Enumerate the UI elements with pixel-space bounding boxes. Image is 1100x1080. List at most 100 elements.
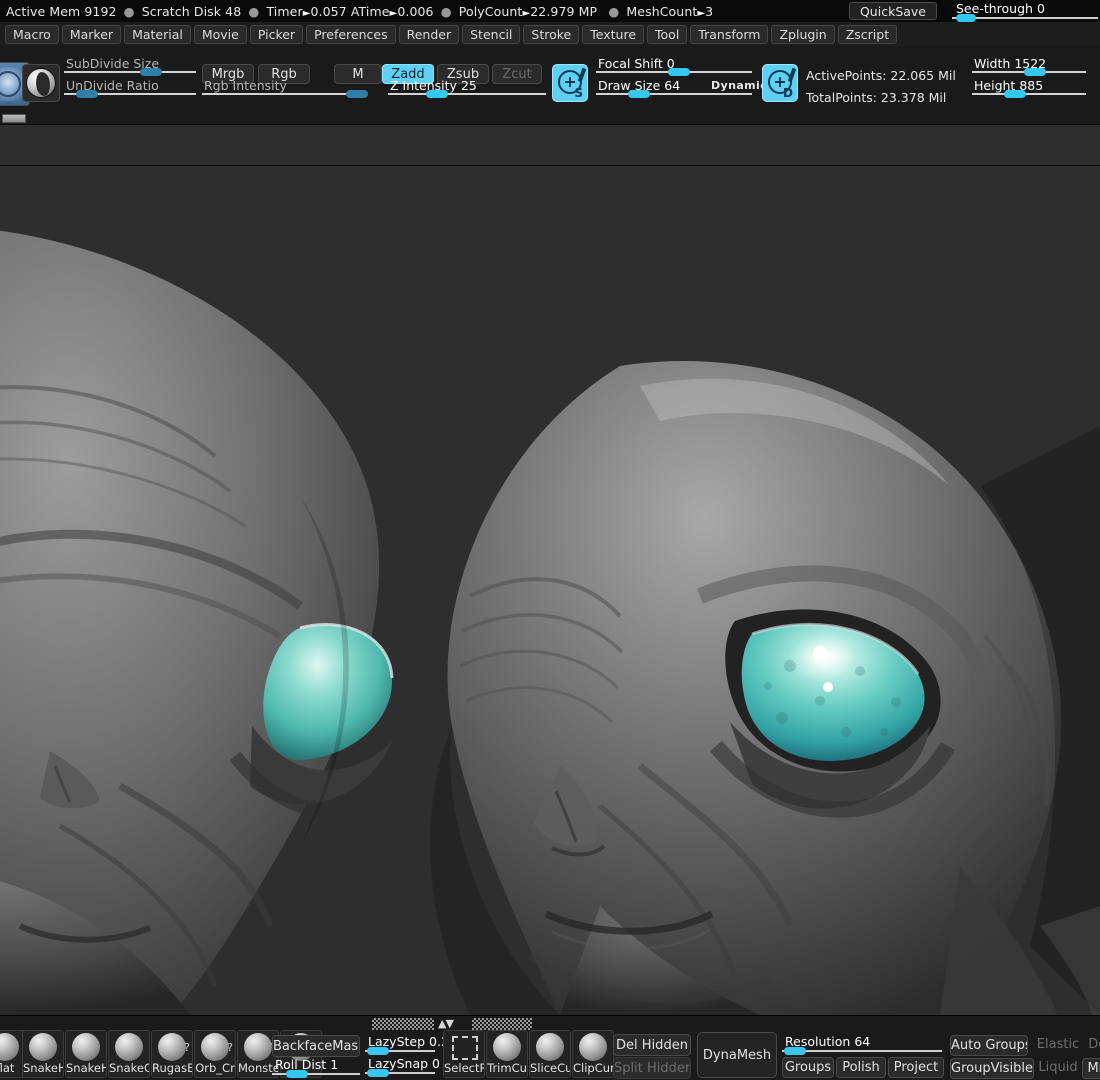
del-button[interactable]: Del: [1082, 1035, 1100, 1056]
menu-item-transform[interactable]: Transform: [690, 24, 769, 44]
brush-icon: [577, 67, 587, 83]
scroll-texture-right[interactable]: [472, 1018, 532, 1030]
brush-slot-snakecurve[interactable]: SnakeC: [108, 1030, 150, 1078]
polycount-value: 22.979 MP: [530, 3, 598, 19]
width-knob[interactable]: [1024, 68, 1046, 76]
menu-item-material[interactable]: Material: [124, 24, 191, 44]
brush-slot-snakehook-1[interactable]: SnakeH: [22, 1030, 64, 1078]
material-sphere-icon: [26, 68, 56, 98]
atime-label: ATime: [350, 3, 390, 19]
roll-dist-value: 1: [330, 1057, 339, 1072]
height-slider[interactable]: Height 885: [972, 78, 1086, 98]
draw-mode-tile[interactable]: D: [762, 64, 798, 102]
liquid-button[interactable]: Liquid: [1034, 1058, 1082, 1079]
menu-item-macro[interactable]: Macro: [5, 24, 59, 44]
menu-item-tool[interactable]: Tool: [647, 24, 688, 44]
quicksave-button[interactable]: QuickSave: [848, 2, 937, 20]
lazy-snap-knob[interactable]: [367, 1069, 389, 1077]
meshcount-label: MeshCount: [626, 3, 698, 19]
brush-label: SnakeH: [23, 1061, 63, 1075]
menu-item-stencil[interactable]: Stencil: [462, 24, 521, 44]
brush-slot-rugasb[interactable]: ? RugasB: [151, 1030, 193, 1078]
draw-size-value: 64: [664, 78, 681, 93]
menu-item-zscript[interactable]: Zscript: [837, 24, 898, 44]
play-triangle-icon: ►: [697, 7, 706, 19]
brush-help-icon[interactable]: ?: [227, 1041, 233, 1054]
lazy-snap-slider[interactable]: LazySnap 0: [365, 1056, 440, 1077]
subdivide-size-knob[interactable]: [140, 68, 162, 76]
see-through-slider[interactable]: See-through 0: [942, 1, 1100, 22]
lazy-snap-value: 0: [432, 1056, 440, 1071]
brush-slot-slice-curve[interactable]: SliceCu: [529, 1030, 571, 1078]
menu-item-texture[interactable]: Texture: [582, 24, 645, 44]
sculpt-mode-tile[interactable]: S: [552, 64, 588, 102]
resolution-knob[interactable]: [784, 1047, 806, 1055]
scratch-disk-value: 48: [225, 3, 242, 19]
status-metrics: Active Mem 9192 ● Scratch Disk 48 ● Time…: [0, 4, 713, 19]
del-hidden-button[interactable]: Del Hidden: [613, 1034, 691, 1056]
width-slider[interactable]: Width 1522: [972, 56, 1086, 76]
menu-item-stroke[interactable]: Stroke: [523, 24, 580, 44]
brush-help-icon[interactable]: ?: [184, 1041, 190, 1054]
dynamesh-button[interactable]: DynaMesh: [699, 1046, 775, 1066]
lazy-step-knob[interactable]: [367, 1047, 389, 1055]
palette-scroll-strip[interactable]: ▲▼: [372, 1018, 532, 1030]
z-intensity-slider[interactable]: Z Intensity 25: [388, 78, 546, 98]
roll-dist-slider[interactable]: Roll Dist 1: [272, 1057, 360, 1078]
backface-mask-button[interactable]: BackfaceMask: [272, 1035, 360, 1057]
draw-size-knob[interactable]: [628, 90, 650, 98]
sculpt-canvas[interactable]: [0, 166, 1100, 1015]
brush-thumbnail-icon: [201, 1033, 229, 1061]
elastic-button[interactable]: Elastic: [1034, 1035, 1082, 1056]
scroll-texture-left[interactable]: [372, 1018, 434, 1030]
menu-item-movie[interactable]: Movie: [193, 24, 247, 44]
timer-label: Timer: [266, 3, 303, 19]
lazy-step-slider[interactable]: LazyStep 0.25: [365, 1034, 457, 1055]
subdivide-size-track: [64, 71, 196, 73]
groups-button[interactable]: Groups: [782, 1057, 834, 1078]
menu-item-picker[interactable]: Picker: [249, 24, 304, 44]
z-intensity-knob[interactable]: [426, 90, 448, 98]
subdivide-size-slider[interactable]: SubDivide Size: [64, 56, 196, 76]
menu-item-zplugin[interactable]: Zplugin: [771, 24, 835, 44]
brush-slot-orb-crack[interactable]: ? Orb_Cr: [194, 1030, 236, 1078]
status-sep: ●: [440, 3, 452, 19]
menu-item-preferences[interactable]: Preferences: [306, 24, 396, 44]
see-through-knob[interactable]: [956, 14, 976, 22]
height-track: [972, 93, 1086, 95]
status-sep: ●: [123, 3, 135, 19]
rgb-intensity-knob[interactable]: [346, 90, 368, 98]
brush-label: Orb_Cr: [195, 1061, 235, 1075]
focal-shift-slider[interactable]: Focal Shift 0: [596, 56, 752, 76]
brush-icon: [787, 67, 797, 83]
resolution-slider[interactable]: Resolution 64: [782, 1034, 942, 1055]
toolbar-subrow: [0, 112, 1100, 124]
active-mem-label: Active Mem: [6, 3, 81, 19]
palette-resize-handle[interactable]: [2, 114, 26, 123]
focal-shift-knob[interactable]: [668, 68, 690, 76]
see-through-value: 0: [1036, 1, 1045, 16]
undivide-ratio-slider[interactable]: UnDivide Ratio: [64, 78, 196, 98]
brush-slot-clip-curve[interactable]: ClipCur: [572, 1030, 614, 1078]
brush-thumbnail-icon: [0, 1033, 19, 1061]
brush-slot-snakehook-2[interactable]: SnakeH: [65, 1030, 107, 1078]
group-visible-button[interactable]: GroupVisible: [950, 1058, 1034, 1079]
menu-item-render[interactable]: Render: [398, 24, 460, 44]
resolution-track: [782, 1050, 942, 1052]
min-button[interactable]: Min: [1082, 1058, 1100, 1079]
undivide-ratio-knob[interactable]: [76, 90, 98, 98]
polish-button[interactable]: Polish: [836, 1057, 886, 1078]
scroll-arrows-icon[interactable]: ▲▼: [438, 1018, 470, 1030]
roll-dist-knob[interactable]: [286, 1070, 308, 1078]
brush-slot-trim-curve[interactable]: TrimCu: [486, 1030, 528, 1078]
height-knob[interactable]: [1004, 90, 1026, 98]
project-button[interactable]: Project: [888, 1057, 944, 1078]
auto-groups-button[interactable]: Auto Groups: [950, 1035, 1028, 1056]
split-hidden-button[interactable]: Split Hidden: [613, 1057, 691, 1079]
menu-item-marker[interactable]: Marker: [61, 24, 122, 44]
draw-size-track: [596, 93, 752, 95]
brush-label: ClipCur: [573, 1061, 613, 1075]
dynamic-label[interactable]: Dynamic: [711, 79, 767, 92]
brush-slot-select-rect[interactable]: SelectR: [443, 1030, 485, 1078]
rgb-intensity-slider[interactable]: Rgb Intensity: [202, 78, 368, 98]
